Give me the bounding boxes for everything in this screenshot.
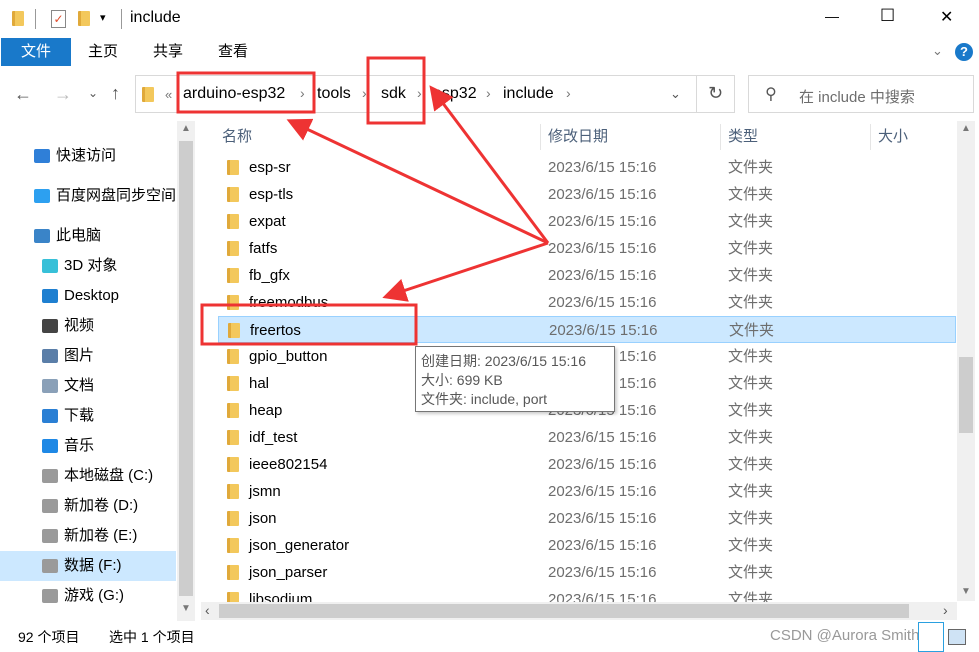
annotation-arrow [429,85,550,244]
annotation-overlay [176,56,550,346]
annotation-arrow [382,241,549,302]
annotation-box-freertos [200,303,418,346]
annotation-box-sdk [366,56,426,125]
annotation-arrow [286,118,549,245]
annotation-box-arduino-esp32 [176,71,316,114]
